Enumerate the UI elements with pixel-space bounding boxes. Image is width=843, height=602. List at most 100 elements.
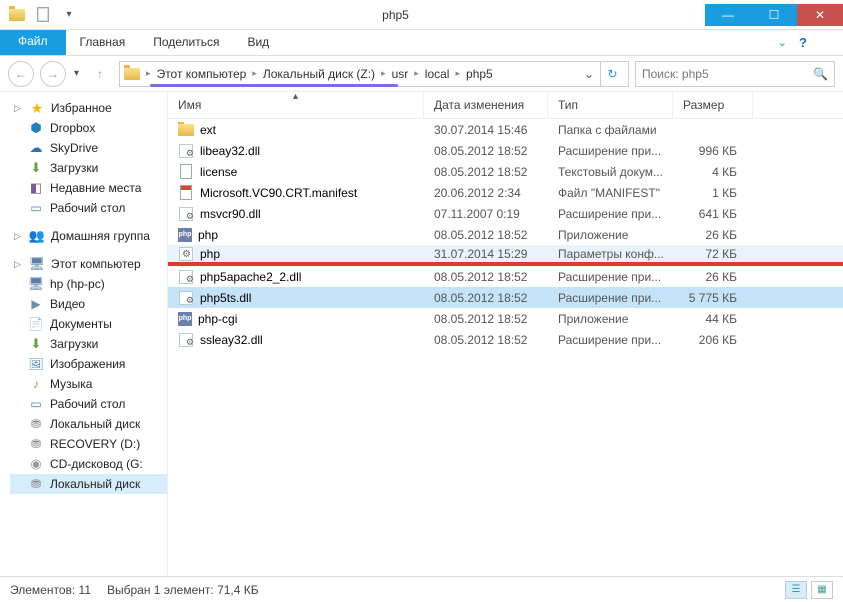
search-input[interactable] bbox=[642, 67, 813, 81]
chevron-right-icon[interactable]: ▸ bbox=[250, 68, 259, 79]
folder-icon bbox=[178, 122, 194, 138]
sidebar-item[interactable]: ⛃RECOVERY (D:) bbox=[10, 434, 167, 454]
chevron-right-icon[interactable]: ▸ bbox=[453, 68, 462, 79]
minimize-button[interactable]: — bbox=[705, 4, 751, 26]
tab-share[interactable]: Поделиться bbox=[139, 30, 233, 55]
file-name: Microsoft.VC90.CRT.manifest bbox=[200, 186, 357, 200]
help-button[interactable]: ? bbox=[799, 35, 835, 50]
sidebar-item[interactable]: ▭ Рабочий стол bbox=[10, 198, 167, 218]
sidebar-item[interactable]: ▭Рабочий стол bbox=[10, 394, 167, 414]
file-row[interactable]: ext30.07.2014 15:46Папка с файлами bbox=[168, 119, 843, 140]
window-title: php5 bbox=[86, 8, 705, 22]
file-row[interactable]: license08.05.2012 18:52Текстовый докум..… bbox=[168, 161, 843, 182]
sidebar-item[interactable]: 🖥hp (hp-pc) bbox=[10, 274, 167, 294]
close-button[interactable]: ✕ bbox=[797, 4, 843, 26]
file-date: 08.05.2012 18:52 bbox=[424, 291, 548, 305]
column-date[interactable]: Дата изменения bbox=[424, 92, 548, 118]
breadcrumb-segment[interactable]: Этот компьютер bbox=[153, 67, 251, 81]
file-type: Папка с файлами bbox=[548, 123, 673, 137]
file-name: php bbox=[200, 247, 220, 261]
chevron-right-icon[interactable]: ▸ bbox=[144, 68, 153, 79]
file-name: php5apache2_2.dll bbox=[200, 270, 301, 284]
maximize-button[interactable]: ☐ bbox=[751, 4, 797, 26]
ini-file-icon bbox=[178, 246, 194, 262]
sidebar-item[interactable]: ◧Недавние места bbox=[10, 178, 167, 198]
sidebar-item[interactable]: ▶Видео bbox=[10, 294, 167, 314]
back-button[interactable]: ← bbox=[8, 61, 34, 87]
sidebar-group-favorites[interactable]: ▷ ★ Избранное bbox=[10, 98, 167, 118]
address-bar[interactable]: ▸ Этот компьютер ▸ Локальный диск (Z:) ▸… bbox=[119, 61, 629, 87]
refresh-button[interactable]: ↻ bbox=[600, 62, 624, 86]
expand-icon: ▷ bbox=[14, 103, 21, 114]
column-name[interactable]: Имя ▴ bbox=[168, 92, 424, 118]
sidebar-item[interactable]: ☁SkyDrive bbox=[10, 138, 167, 158]
up-button[interactable]: ↑ bbox=[87, 61, 113, 87]
sidebar-group-pc[interactable]: ▷ 🖥 Этот компьютер bbox=[10, 254, 167, 274]
dll-file-icon bbox=[178, 206, 194, 222]
file-row[interactable]: Microsoft.VC90.CRT.manifest20.06.2012 2:… bbox=[168, 182, 843, 203]
status-selection: Выбран 1 элемент: 71,4 КБ bbox=[107, 583, 259, 597]
cd-icon: ◉ bbox=[28, 456, 44, 472]
sidebar-item[interactable]: ⬇Загрузки bbox=[10, 334, 167, 354]
file-name: php5ts.dll bbox=[200, 291, 251, 305]
file-row[interactable]: phpphp08.05.2012 18:52Приложение26 КБ bbox=[168, 224, 843, 245]
breadcrumb-segment[interactable]: Локальный диск (Z:) bbox=[259, 67, 379, 81]
tab-view[interactable]: Вид bbox=[233, 30, 283, 55]
file-name: php bbox=[198, 228, 218, 242]
sidebar-item-label: Рабочий стол bbox=[50, 201, 125, 215]
titlebar: ▾ php5 — ☐ ✕ bbox=[0, 0, 843, 30]
php-file-icon: php bbox=[178, 228, 192, 242]
file-name: libeay32.dll bbox=[200, 144, 260, 158]
chevron-right-icon[interactable]: ▸ bbox=[379, 68, 388, 79]
file-type: Приложение bbox=[548, 312, 673, 326]
homegroup-icon: 👥 bbox=[29, 228, 45, 244]
view-icons-button[interactable]: ▦ bbox=[811, 581, 833, 599]
address-dropdown-button[interactable]: ⌄ bbox=[578, 67, 600, 81]
file-row[interactable]: msvcr90.dll07.11.2007 0:19Расширение при… bbox=[168, 203, 843, 224]
view-details-button[interactable]: ☰ bbox=[785, 581, 807, 599]
desktop-icon: ▭ bbox=[28, 200, 44, 216]
ribbon-expand-icon[interactable]: ⌄ bbox=[778, 36, 787, 49]
sidebar-item[interactable]: ⛃Локальный диск bbox=[10, 414, 167, 434]
tab-file[interactable]: Файл bbox=[0, 30, 66, 55]
file-row[interactable]: libeay32.dll08.05.2012 18:52Расширение п… bbox=[168, 140, 843, 161]
file-row[interactable]: php31.07.2014 15:29Параметры конф...72 К… bbox=[168, 245, 843, 266]
breadcrumb-segment[interactable]: usr bbox=[388, 67, 413, 81]
php-file-icon: php bbox=[178, 312, 192, 326]
sidebar-item[interactable]: ⛃Локальный диск bbox=[10, 474, 167, 494]
file-type: Расширение при... bbox=[548, 144, 673, 158]
dll-file-icon bbox=[178, 290, 194, 306]
desktop-icon: ▭ bbox=[28, 396, 44, 412]
recent-locations-button[interactable]: ▾ bbox=[72, 68, 81, 79]
sidebar-item[interactable]: ◉CD-дисковод (G: bbox=[10, 454, 167, 474]
download-icon: ⬇ bbox=[28, 160, 44, 176]
sidebar-item[interactable]: ⬢Dropbox bbox=[10, 118, 167, 138]
chevron-right-icon[interactable]: ▸ bbox=[412, 68, 421, 79]
pictures-folder-icon: 🖼 bbox=[28, 356, 44, 372]
sidebar-item[interactable]: 🖼 Изображения bbox=[10, 354, 167, 374]
qat-new-doc-icon[interactable] bbox=[32, 4, 54, 26]
forward-button[interactable]: → bbox=[40, 61, 66, 87]
column-size[interactable]: Размер bbox=[673, 92, 753, 118]
sidebar-item[interactable]: ♪Музыка bbox=[10, 374, 167, 394]
file-row[interactable]: ssleay32.dll08.05.2012 18:52Расширение п… bbox=[168, 329, 843, 350]
column-type[interactable]: Тип bbox=[548, 92, 673, 118]
file-row[interactable]: php5ts.dll08.05.2012 18:52Расширение при… bbox=[168, 287, 843, 308]
sidebar-label: Избранное bbox=[51, 101, 112, 115]
file-row[interactable]: phpphp-cgi08.05.2012 18:52Приложение44 К… bbox=[168, 308, 843, 329]
file-date: 08.05.2012 18:52 bbox=[424, 165, 548, 179]
tab-home[interactable]: Главная bbox=[66, 30, 140, 55]
sidebar-item[interactable]: 📄Документы bbox=[10, 314, 167, 334]
breadcrumb-segment[interactable]: local bbox=[421, 67, 454, 81]
sidebar-item-label: Изображения bbox=[50, 357, 125, 371]
file-name: ssleay32.dll bbox=[200, 333, 263, 347]
search-icon[interactable]: 🔍 bbox=[813, 67, 828, 81]
sidebar-label: Этот компьютер bbox=[51, 257, 141, 271]
breadcrumb-segment[interactable]: php5 bbox=[462, 67, 497, 81]
file-size: 1 КБ bbox=[673, 186, 753, 200]
sidebar-group-homegroup[interactable]: ▷ 👥 Домашняя группа bbox=[10, 226, 167, 246]
sidebar-item[interactable]: ⬇Загрузки bbox=[10, 158, 167, 178]
file-row[interactable]: php5apache2_2.dll08.05.2012 18:52Расшире… bbox=[168, 266, 843, 287]
search-box[interactable]: 🔍 bbox=[635, 61, 835, 87]
qat-dropdown-icon[interactable]: ▾ bbox=[58, 4, 80, 26]
